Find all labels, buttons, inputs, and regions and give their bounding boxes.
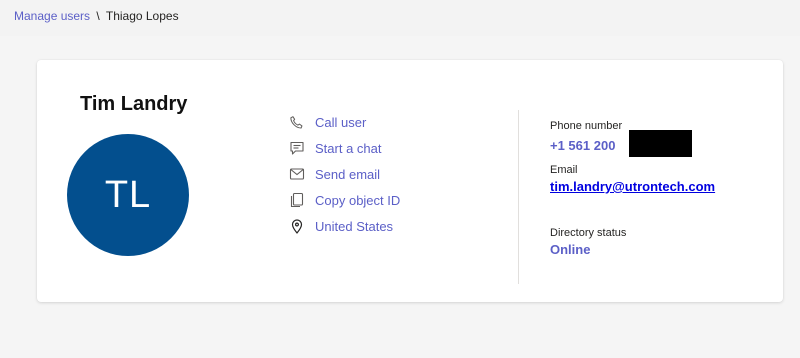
email-label: Email <box>550 164 578 176</box>
directory-status-field: Directory status Online <box>550 227 626 257</box>
copy-object-id-label: Copy object ID <box>315 192 401 208</box>
copy-object-id-action[interactable]: Copy object ID <box>288 187 400 213</box>
phone-icon <box>288 114 305 131</box>
location-label: United States <box>315 218 394 234</box>
call-user-action[interactable]: Call user <box>288 109 400 135</box>
breadcrumb-manage-users-link[interactable]: Manage users <box>14 9 90 23</box>
call-user-label: Call user <box>315 114 367 130</box>
user-name: Tim Landry <box>80 93 188 115</box>
avatar-initials: TL <box>104 173 152 216</box>
user-profile-card: Tim Landry TL Call user Start a chat Sen… <box>37 60 783 302</box>
vertical-divider <box>518 110 519 284</box>
send-email-label: Send email <box>315 166 381 182</box>
email-field: Email tim.landry@utrontech.com <box>550 164 715 196</box>
phone-number-field: Phone number +1 561 200 <box>550 120 693 157</box>
email-link[interactable]: tim.landry@utrontech.com <box>550 179 715 194</box>
directory-status-label: Directory status <box>550 227 627 239</box>
start-chat-label: Start a chat <box>315 140 382 156</box>
redaction-block <box>629 130 693 157</box>
mail-icon <box>288 166 305 183</box>
top-bar: Manage users \ Thiago Lopes <box>0 0 800 36</box>
breadcrumb: Manage users \ Thiago Lopes <box>14 9 179 23</box>
chat-icon <box>288 140 305 157</box>
location-icon <box>288 218 305 235</box>
copy-icon <box>288 192 305 209</box>
send-email-action[interactable]: Send email <box>288 161 400 187</box>
breadcrumb-current: Thiago Lopes <box>105 9 179 23</box>
avatar: TL <box>67 134 189 256</box>
breadcrumb-separator: \ <box>96 9 100 23</box>
location-action[interactable]: United States <box>288 213 400 239</box>
phone-number-value: +1 561 200 <box>550 138 616 153</box>
user-actions: Call user Start a chat Send email Copy o… <box>288 109 400 239</box>
start-chat-action[interactable]: Start a chat <box>288 135 400 161</box>
directory-status-value: Online <box>550 242 591 257</box>
